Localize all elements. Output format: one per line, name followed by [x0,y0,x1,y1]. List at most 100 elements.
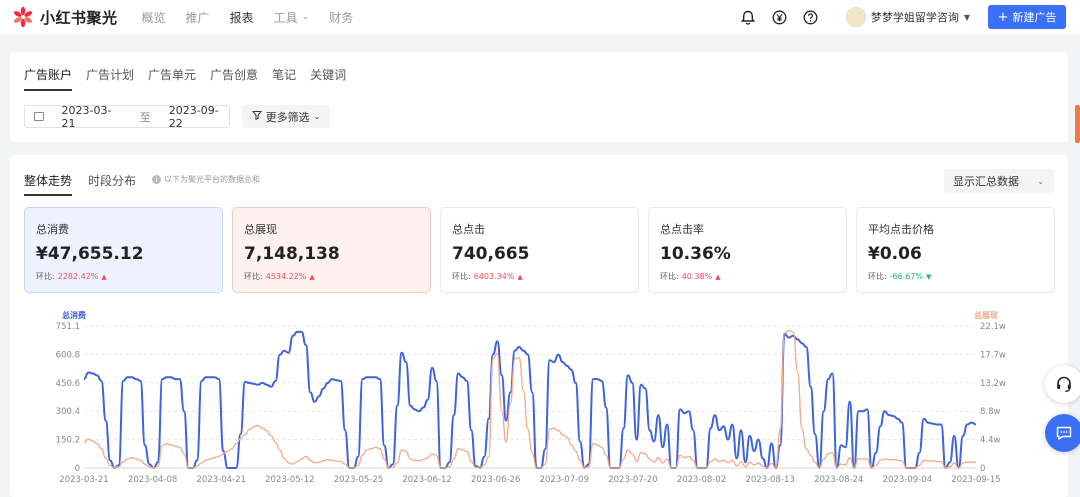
new-ad-button[interactable]: + 新建广告 [988,5,1066,29]
left-axis-tick: 600.8 [56,350,80,360]
info-icon: i [152,175,162,184]
tab-notes[interactable]: 笔记 [272,66,296,91]
x-axis-tick: 2023-04-08 [128,475,177,485]
right-axis-tick: 13.2w [980,379,1006,389]
nav-promotion[interactable]: 推广 [186,9,210,26]
card-value: ¥47,655.12 [36,244,144,264]
data-scope-hint-text: 以下为聚光平台的数据总和 [164,175,261,184]
report-filter-panel: 广告账户 广告计划 广告单元 广告创意 笔记 关键词 2023-03-21 至 … [10,52,1068,142]
card-title: 总展现 [244,223,277,236]
report-tabs: 广告账户 广告计划 广告单元 广告创意 笔记 关键词 [24,66,360,91]
bell-icon[interactable] [741,10,756,25]
more-filters-button[interactable]: 更多筛选 ⌄ [242,105,330,128]
x-axis-tick: 2023-03-21 [59,475,108,485]
x-axis-tick: 2023-08-02 [677,475,726,485]
card-compare: 环比: -66.67% ▼ [868,271,1043,282]
chat-button[interactable] [1045,414,1080,452]
brand-mark-icon [12,6,34,28]
metric-card-avg-cpc[interactable]: 平均点击价格 ¥0.06 环比: -66.67% ▼ [856,207,1055,293]
x-axis-tick: 2023-09-15 [951,475,1000,485]
tab-time-distribution[interactable]: 时段分布 [88,172,136,196]
x-axis-tick: 2023-08-13 [745,475,794,485]
left-axis-tick: 0 [75,464,80,474]
nav-reports[interactable]: 报表 [230,9,254,26]
compare-value: 40.38% [681,272,713,281]
chevron-down-icon: ⌄ [301,12,310,22]
tab-overall-trend[interactable]: 整体走势 [24,172,73,196]
help-circle-icon[interactable] [803,10,818,25]
card-title: 总点击率 [660,223,704,236]
trend-up-icon: ▲ [517,272,523,281]
calendar-icon [34,112,44,121]
x-axis-tick: 2023-05-25 [334,475,383,485]
metric-card-ctr[interactable]: 总点击率 10.36% 环比: 40.38% ▲ [648,207,847,293]
card-value: 740,665 [452,244,530,264]
date-range-picker[interactable]: 2023-03-21 至 2023-09-22 [24,104,230,130]
trend-up-icon: ▲ [309,272,315,281]
main-nav: 概览 推广 报表 工具 ⌄ 财务 [142,9,374,26]
top-navigation-bar: 小红书聚光 概览 推广 报表 工具 ⌄ 财务 梦梦学姐留学咨询 ▼ + 新建广告 [0,0,1080,34]
overview-panel: 整体走势 时段分布 i 以下为聚光平台的数据总和 显示汇总数据 ⌄ 总消费 ¥4… [10,155,1068,497]
right-axis-tick: 4.4w [980,436,1001,446]
customer-support-button[interactable] [1045,365,1080,403]
start-date[interactable]: 2023-03-21 [62,104,122,130]
yen-circle-icon[interactable] [772,10,787,25]
summary-select-value: 显示汇总数据 [953,175,1019,188]
card-compare: 环比: 6403.34% ▲ [452,271,627,282]
user-menu[interactable]: 梦梦学姐留学咨询 ▼ [845,7,970,27]
series-line-impressions [83,329,976,469]
x-axis-tick: 2023-08-24 [814,475,863,485]
tab-keywords[interactable]: 关键词 [310,66,346,91]
right-axis-tick: 0 [980,464,985,474]
metric-card-total-spend[interactable]: 总消费 ¥47,655.12 环比: 2282.42% ▲ [24,207,223,293]
nav-finance[interactable]: 财务 [329,9,353,26]
card-compare: 环比: 40.38% ▲ [660,271,835,282]
plus-icon: + [997,9,1009,25]
trend-down-icon: ▼ [926,272,932,281]
more-filters-label: 更多筛选 [265,110,310,124]
top-right-actions: 梦梦学姐留学咨询 ▼ + 新建广告 [741,5,1066,29]
left-axis-title: 总消费 [62,310,86,320]
card-compare: 环比: 2282.42% ▲ [36,271,211,282]
nav-tools[interactable]: 工具 ⌄ [274,9,310,26]
compare-value: 2282.42% [57,272,99,281]
x-axis-tick: 2023-04-21 [197,475,246,485]
summary-data-select[interactable]: 显示汇总数据 ⌄ [944,169,1054,193]
card-title: 总消费 [36,223,69,236]
nav-overview[interactable]: 概览 [142,9,166,26]
trend-chart-svg: 751.1 22.1w 600.8 17.7w 450.6 13.2w 300.4 8.8w 1… [56,310,1006,485]
tab-ad-unit[interactable]: 广告单元 [148,66,196,91]
brand-logo[interactable]: 小红书聚光 [12,6,118,28]
funnel-icon [251,110,262,123]
card-compare: 环比: 4534.22% ▲ [244,271,419,282]
x-axis-tick: 2023-09-04 [883,475,932,485]
card-title: 总点击 [452,223,485,236]
metric-card-total-impressions[interactable]: 总展现 7,148,138 环比: 4534.22% ▲ [232,207,431,293]
avatar [845,7,866,27]
end-date[interactable]: 2023-09-22 [169,104,229,130]
left-axis-tick: 450.6 [56,379,80,389]
left-axis-tick: 751.1 [56,322,80,332]
tab-ad-plan[interactable]: 广告计划 [86,66,134,91]
page-scrollbar-thumb[interactable] [1075,105,1080,143]
card-value: ¥0.06 [868,244,922,264]
compare-value: -66.67% [889,272,924,281]
tab-ad-creative[interactable]: 广告创意 [210,66,258,91]
left-axis-tick: 150.2 [56,436,80,446]
brand-name: 小红书聚光 [40,8,118,27]
series-line-spend [83,330,977,470]
compare-value: 4534.22% [265,272,307,281]
trend-chart: 751.1 22.1w 600.8 17.7w 450.6 13.2w 300.4 8.8w 1… [10,305,1068,497]
user-name: 梦梦学姐留学咨询 [870,11,959,24]
metric-card-total-clicks[interactable]: 总点击 740,665 环比: 6403.34% ▲ [440,207,639,293]
data-scope-hint: i 以下为聚光平台的数据总和 [152,174,260,185]
right-axis-title: 总展现 [974,310,998,320]
x-axis-tick: 2023-06-12 [402,475,451,485]
trend-up-icon: ▲ [101,272,107,281]
card-value: 7,148,138 [244,244,340,264]
chevron-down-icon: ⌄ [313,112,321,121]
compare-label: 环比: [452,272,471,281]
trend-up-icon: ▲ [715,272,721,281]
headset-icon [1057,376,1071,392]
tab-ad-account[interactable]: 广告账户 [24,66,73,91]
